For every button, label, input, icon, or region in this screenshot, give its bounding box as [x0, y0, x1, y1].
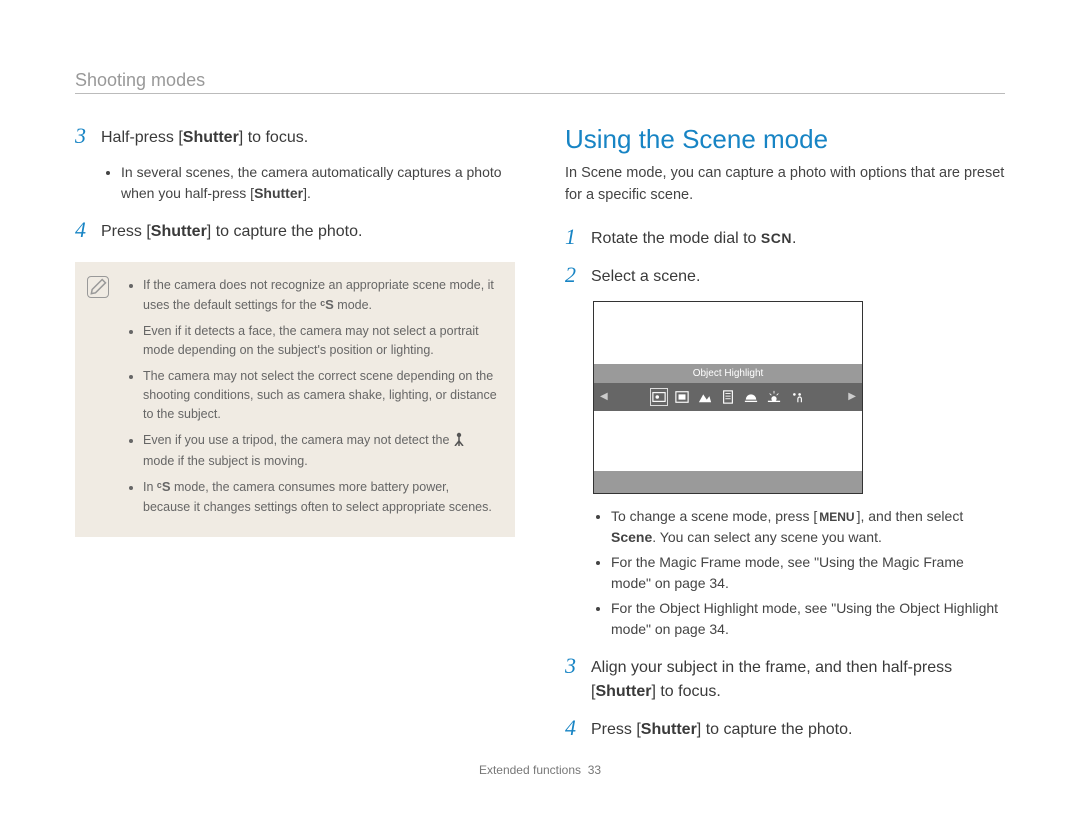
list-item: For the Object Highlight mode, see "Usin… — [611, 598, 1005, 640]
list-item: In several scenes, the camera automatica… — [121, 162, 515, 204]
scn-mode-icon: SCN — [761, 230, 792, 246]
right-column: Using the Scene mode In Scene mode, you … — [565, 124, 1005, 754]
step-text: Select a scene. — [591, 263, 1005, 289]
left-step-3-bullets: In several scenes, the camera automatica… — [103, 162, 515, 204]
left-step-3: 3 Half-press [Shutter] to focus. — [75, 124, 515, 150]
step-text: Rotate the mode dial to SCN. — [591, 225, 1005, 251]
chevron-left-icon: ◀ — [600, 391, 608, 402]
left-step-4: 4 Press [Shutter] to capture the photo. — [75, 218, 515, 244]
columns-wrapper: 3 Half-press [Shutter] to focus. In seve… — [75, 124, 1005, 754]
step-number: 4 — [75, 218, 101, 242]
footer-label: Extended functions — [479, 763, 581, 777]
step-number: 3 — [75, 124, 101, 148]
note-icon — [87, 276, 109, 298]
list-item: If the camera does not recognize an appr… — [143, 276, 499, 316]
right-step-4: 4 Press [Shutter] to capture the photo. — [565, 716, 1005, 742]
object-highlight-icon — [652, 390, 666, 404]
smart-auto-icon: ᶜS — [320, 297, 334, 312]
step-text: Press [Shutter] to capture the photo. — [101, 218, 515, 244]
backlight-icon — [790, 390, 804, 404]
step-number: 2 — [565, 263, 591, 287]
list-item: In ᶜS mode, the camera consumes more bat… — [143, 477, 499, 517]
right-tips: To change a scene mode, press [MENU], an… — [593, 506, 1005, 640]
lcd-spacer — [594, 411, 862, 471]
section-header: Shooting modes — [75, 70, 1005, 94]
lcd-bottom-bar — [594, 471, 862, 493]
magic-frame-icon — [675, 390, 689, 404]
list-item: For the Magic Frame mode, see "Using the… — [611, 552, 1005, 594]
list-item: Even if it detects a face, the camera ma… — [143, 322, 499, 361]
smart-auto-icon: ᶜS — [157, 479, 171, 494]
page-number: 33 — [588, 763, 601, 777]
text-icon — [721, 390, 735, 404]
lcd-preview-area — [594, 302, 862, 364]
list-item: Even if you use a tripod, the camera may… — [143, 431, 499, 472]
step-text: Half-press [Shutter] to focus. — [101, 124, 515, 150]
intro-text: In Scene mode, you can capture a photo w… — [565, 163, 1005, 207]
step-number: 1 — [565, 225, 591, 249]
sunset-icon — [744, 390, 758, 404]
dawn-icon — [767, 390, 781, 404]
scene-selected-label: Object Highlight — [594, 364, 862, 383]
left-column: 3 Half-press [Shutter] to focus. In seve… — [75, 124, 515, 754]
note-box: If the camera does not recognize an appr… — [75, 262, 515, 537]
scene-strip: ◀ ▶ — [594, 383, 862, 411]
right-step-3: 3 Align your subject in the frame, and t… — [565, 654, 1005, 704]
list-item: To change a scene mode, press [MENU], an… — [611, 506, 1005, 548]
right-step-2: 2 Select a scene. — [565, 263, 1005, 289]
scene-icons — [652, 390, 804, 404]
lcd-illustration: Object Highlight ◀ ▶ — [593, 301, 863, 494]
tripod-icon — [453, 432, 465, 452]
landscape-icon — [698, 390, 712, 404]
menu-button-label: MENU — [817, 510, 856, 524]
step-text: Press [Shutter] to capture the photo. — [591, 716, 1005, 742]
right-step-1: 1 Rotate the mode dial to SCN. — [565, 225, 1005, 251]
section-title: Shooting modes — [75, 70, 205, 90]
section-heading: Using the Scene mode — [565, 124, 1005, 155]
page-footer: Extended functions 33 — [0, 763, 1080, 777]
list-item: The camera may not select the correct sc… — [143, 367, 499, 425]
step-number: 3 — [565, 654, 591, 678]
step-number: 4 — [565, 716, 591, 740]
step-text: Align your subject in the frame, and the… — [591, 654, 1005, 704]
chevron-right-icon: ▶ — [848, 391, 856, 402]
